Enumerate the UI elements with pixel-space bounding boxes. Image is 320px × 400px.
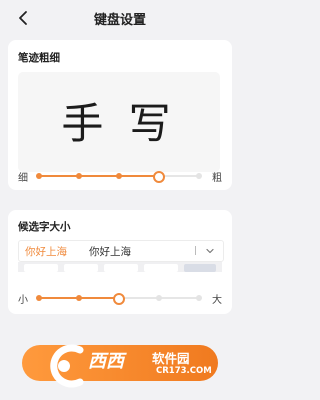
slider-max-label: 大 xyxy=(212,295,222,306)
stroke-thickness-title: 笔迹粗细 xyxy=(18,52,60,64)
slider-stop-dot[interactable] xyxy=(196,173,202,179)
candidate-size-slider[interactable]: 小 大 xyxy=(18,290,222,306)
candidate-word[interactable]: 你好上海 xyxy=(89,244,131,259)
key xyxy=(184,264,216,272)
watermark-brand: 西西 xyxy=(88,351,124,372)
slider-thumb[interactable] xyxy=(113,293,125,305)
top-bar: 键盘设置 xyxy=(0,0,240,36)
candidate-bar-preview: 你好上海 你好上海 xyxy=(18,240,224,262)
slider-stop-dot[interactable] xyxy=(76,173,82,179)
candidate-word-highlighted[interactable]: 你好上海 xyxy=(25,244,67,259)
divider xyxy=(195,246,196,255)
key xyxy=(24,264,58,272)
slider-stop-dot[interactable] xyxy=(116,173,122,179)
stroke-thickness-slider[interactable]: 细 粗 xyxy=(18,168,222,184)
watermark-text: 软件园 xyxy=(152,351,190,366)
page-title: 键盘设置 xyxy=(93,13,146,28)
slider-track[interactable] xyxy=(36,293,202,305)
watermark-url: CR173.COM xyxy=(156,366,212,376)
slider-stop-dot[interactable] xyxy=(156,295,162,301)
slider-min-label: 细 xyxy=(18,173,28,184)
key xyxy=(64,264,98,272)
candidate-size-card: 候选字大小 你好上海 你好上海 小 大 xyxy=(8,210,232,314)
stroke-thickness-card: 笔迹粗细 手 写 细 粗 xyxy=(8,40,232,190)
preview-text: 手 写 xyxy=(61,99,176,148)
slider-fill xyxy=(39,175,159,177)
slider-stop-dot[interactable] xyxy=(36,295,42,301)
slider-track[interactable] xyxy=(36,171,202,183)
key xyxy=(104,264,138,272)
chevron-down-icon[interactable] xyxy=(205,246,215,256)
slider-stop-dot[interactable] xyxy=(76,295,82,301)
candidate-size-title: 候选字大小 xyxy=(18,221,71,233)
handwriting-preview: 手 写 xyxy=(18,72,220,172)
slider-min-label: 小 xyxy=(18,295,28,306)
slider-thumb[interactable] xyxy=(153,171,165,183)
watermark-logo: 西西 软件园 CR173.COM xyxy=(40,342,230,390)
keyboard-preview-strip xyxy=(18,262,222,272)
slider-max-label: 粗 xyxy=(212,173,222,184)
slider-stop-dot[interactable] xyxy=(36,173,42,179)
slider-stop-dot[interactable] xyxy=(196,295,202,301)
handwriting-preview-glyphs: 手 写 xyxy=(61,99,176,148)
key xyxy=(144,264,178,272)
